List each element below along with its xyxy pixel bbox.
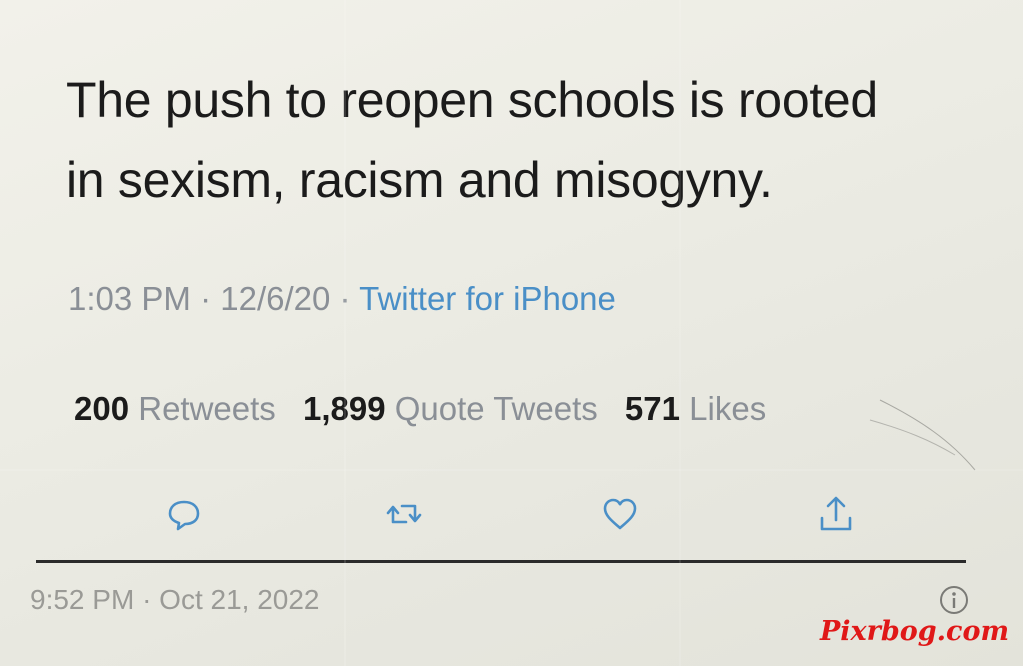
like-icon — [603, 498, 637, 530]
quote-tweets-stat[interactable]: 1,899 Quote Tweets — [303, 390, 607, 427]
share-button[interactable] — [814, 492, 858, 536]
tweet-time: 1:03 PM — [68, 280, 191, 317]
tweet-text-line-1: The push to reopen schools is rooted — [66, 72, 878, 128]
retweets-count: 200 — [74, 390, 130, 427]
tweet-date: 12/6/20 — [220, 280, 331, 317]
tweet-meta: 1:03 PM · 12/6/20 · Twitter for iPhone — [68, 280, 616, 318]
device-timestamp: 9:52 PM · Oct 21, 2022 — [30, 584, 320, 616]
info-icon — [940, 586, 968, 614]
retweet-button[interactable] — [382, 492, 426, 536]
likes-count: 571 — [624, 390, 680, 427]
device-date: Oct 21, 2022 — [159, 584, 320, 615]
tweet-stats: 200 Retweets 1,899 Quote Tweets 571 Like… — [74, 390, 784, 428]
retweets-label: Retweets — [138, 390, 276, 427]
reply-icon — [168, 500, 200, 531]
tweet-text-line-2: in sexism, racism and misogyny. — [66, 152, 773, 208]
like-button[interactable] — [598, 492, 642, 536]
share-icon — [820, 496, 852, 531]
tweet-actions-bar — [0, 492, 1023, 536]
info-button[interactable] — [938, 584, 970, 616]
divider-line — [36, 560, 966, 563]
reply-button[interactable] — [162, 492, 206, 536]
quote-tweets-count: 1,899 — [302, 390, 386, 427]
device-time-separator: · — [142, 584, 152, 615]
watermark: Pixrbog.com — [820, 616, 1010, 647]
tweet-body: The push to reopen schools is rooted in … — [66, 60, 986, 220]
meta-separator: · — [200, 280, 212, 317]
likes-stat[interactable]: 571 Likes — [625, 390, 766, 427]
device-time: 9:52 PM — [30, 584, 135, 615]
retweet-icon — [386, 504, 422, 524]
tweet-source-link[interactable]: Twitter for iPhone — [359, 280, 616, 317]
retweets-stat[interactable]: 200 Retweets — [74, 390, 285, 427]
tweet-detail-screen: The push to reopen schools is rooted in … — [0, 0, 1023, 666]
likes-label: Likes — [689, 390, 767, 427]
meta-separator: · — [339, 280, 351, 317]
quote-tweets-label: Quote Tweets — [394, 390, 598, 427]
